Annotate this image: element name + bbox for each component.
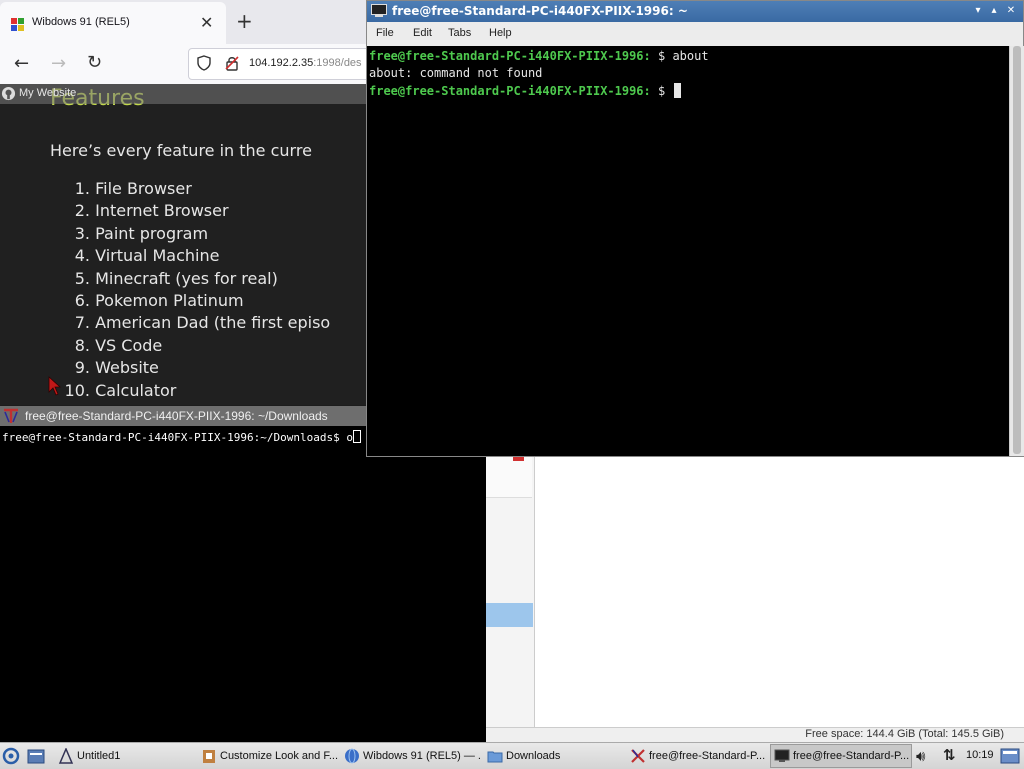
insecure-lock-icon[interactable] (224, 55, 240, 71)
github-icon (1, 86, 16, 101)
terminal-icon (371, 4, 387, 17)
feature-number: 6. (74, 290, 90, 310)
terminal-menubar: File Edit Tabs Help (367, 22, 1023, 47)
terminal-icon (774, 749, 790, 762)
settings-icon (203, 750, 215, 763)
menu-file[interactable]: File (376, 27, 394, 39)
taskbar: Untitled1 Customize Look and F... Wibdow… (0, 742, 1024, 769)
close-icon[interactable]: ✕ (1004, 4, 1018, 18)
status-bar: Free space: 144.4 GiB (Total: 145.5 GiB) (486, 727, 1024, 743)
intro-text: Here’s every feature in the curre (50, 141, 312, 160)
minimize-icon[interactable]: ▾ (971, 4, 985, 18)
terminal-screen[interactable]: free@free-Standard-PC-i440FX-PIIX-1996: … (367, 46, 1009, 456)
forward-arrow-icon[interactable]: → (51, 53, 66, 74)
feature-label: VS Code (95, 335, 163, 355)
feature-label: Minecraft (yes for real) (95, 268, 278, 288)
feature-label: Calculator (95, 380, 177, 400)
browser-globe-icon (345, 748, 359, 764)
file-manager-launcher-icon[interactable] (27, 747, 45, 765)
feature-list-item: 5. Minecraft (yes for real) (50, 268, 330, 290)
scrollbar-thumb[interactable] (1013, 46, 1021, 454)
feature-label: American Dad (the first episo (95, 313, 331, 333)
feature-list-item: 9. Website (50, 357, 330, 379)
editor-icon (58, 748, 74, 764)
taskbar-item-terminal[interactable]: free@free-Standard-P... (770, 744, 912, 768)
feature-list-item: 10. Calculator (50, 380, 330, 402)
terminal-titlebar[interactable]: free@free-Standard-PC-i440FX-PIIX-1996: … (367, 1, 1023, 22)
feature-list-item: 6. Pokemon Platinum (50, 290, 330, 312)
feature-label: Virtual Machine (95, 246, 220, 266)
feature-number: 4. (74, 246, 90, 266)
file-manager-window[interactable]: Free space: 144.4 GiB (Total: 145.5 GiB) (486, 457, 1024, 743)
tab-title: Wibdows 91 (REL5) (32, 16, 130, 28)
taskbar-item-customize-look[interactable]: Customize Look and F... (197, 744, 339, 768)
feature-list-item: 8. VS Code (50, 335, 330, 357)
terminal-line: free@free-Standard-PC-i440FX-PIIX-1996: … (369, 49, 709, 63)
taskbar-item-untitled1[interactable]: Untitled1 (54, 744, 196, 768)
back-arrow-icon[interactable]: ← (14, 53, 29, 74)
feature-number: 1. (74, 179, 90, 198)
feature-list: 1. File Browser 2. Internet Browser 3. Pai… (50, 178, 331, 402)
menu-edit[interactable]: Edit (413, 27, 432, 39)
feature-label: Website (95, 358, 159, 378)
free-space-status: Free space: 144.4 GiB (Total: 145.5 GiB) (805, 728, 1004, 740)
text-cursor (674, 83, 682, 98)
feature-list-item: 2. Internet Browser (50, 200, 330, 222)
xterm-icon (631, 749, 645, 763)
feature-number: 7. (74, 313, 90, 333)
taskbar-item-downloads[interactable]: Downloads (483, 744, 625, 768)
bookmark-bar: My Website (0, 84, 372, 104)
folder-icon (487, 751, 503, 763)
volume-icon[interactable]: 🔊︎ (916, 747, 925, 765)
reload-icon[interactable]: ↻ (87, 52, 102, 73)
terminal-scrollbar[interactable] (1009, 46, 1024, 456)
feature-number: 5. (74, 268, 90, 288)
bookmark-my-website[interactable]: My Website (19, 87, 76, 99)
eject-mark-icon[interactable] (513, 457, 524, 461)
feature-number: 8. (74, 335, 90, 355)
terminal-line: free@free-Standard-PC-i440FX-PIIX-1996: … (369, 83, 682, 98)
xterm-icon (4, 408, 18, 423)
start-menu-icon[interactable] (2, 747, 20, 765)
close-tab-icon[interactable]: ✕ (200, 13, 213, 32)
menu-tabs[interactable]: Tabs (448, 27, 471, 39)
feature-number: 2. (74, 201, 90, 221)
feature-label: Paint program (95, 223, 209, 243)
mouse-cursor-icon (48, 376, 62, 396)
browser-window: Wibdows 91 (REL5) ✕ + ← → ↻ 104.192.2.35… (0, 0, 372, 405)
taskbar-item-xterm[interactable]: free@free-Standard-P... (626, 744, 768, 768)
url-text: 104.192.2.35:1998/des (249, 57, 362, 69)
clock[interactable]: 10:19 (966, 749, 994, 761)
browser-navbar: ← → ↻ 104.192.2.35:1998/des (0, 44, 372, 85)
menu-help[interactable]: Help (489, 27, 512, 39)
file-manager-sidebar[interactable] (486, 457, 535, 727)
maximize-icon[interactable]: ▴ (987, 4, 1001, 18)
terminal-title: free@free-Standard-PC-i440FX-PIIX-1996: … (392, 4, 688, 18)
xterm-prompt-line[interactable]: free@free-Standard-PC-i440FX-PIIX-1996:~… (2, 430, 361, 444)
shield-icon[interactable] (196, 55, 212, 71)
feature-list-item: 1. File Browser (50, 178, 330, 200)
show-desktop-icon[interactable] (1000, 747, 1020, 765)
feature-label: Pokemon Platinum (95, 290, 244, 310)
browser-tab[interactable]: Wibdows 91 (REL5) ✕ (0, 2, 226, 44)
url-bar[interactable]: 104.192.2.35:1998/des (188, 48, 372, 80)
tab-favicon-icon (11, 18, 24, 31)
main-terminal-window[interactable]: free@free-Standard-PC-i440FX-PIIX-1996: … (366, 0, 1024, 457)
feature-label: File Browser (95, 179, 192, 198)
sidebar-selected-item[interactable] (486, 603, 533, 627)
taskbar-item-browser[interactable]: Wibdows 91 (REL5) — ... (340, 744, 482, 768)
sidebar-header (486, 457, 532, 498)
xterm-title: free@free-Standard-PC-i440FX-PIIX-1996: … (25, 409, 328, 423)
network-icon[interactable]: ⇅ (943, 746, 956, 764)
terminal-line: about: command not found (369, 66, 543, 80)
feature-list-item: 4. Virtual Machine (50, 245, 330, 267)
feature-label: Internet Browser (95, 201, 229, 221)
text-cursor (353, 430, 361, 443)
feature-number: 3. (74, 223, 90, 243)
feature-list-item: 7. American Dad (the first episo (50, 312, 330, 334)
new-tab-icon[interactable]: + (236, 9, 253, 33)
feature-list-item: 3. Paint program (50, 223, 330, 245)
